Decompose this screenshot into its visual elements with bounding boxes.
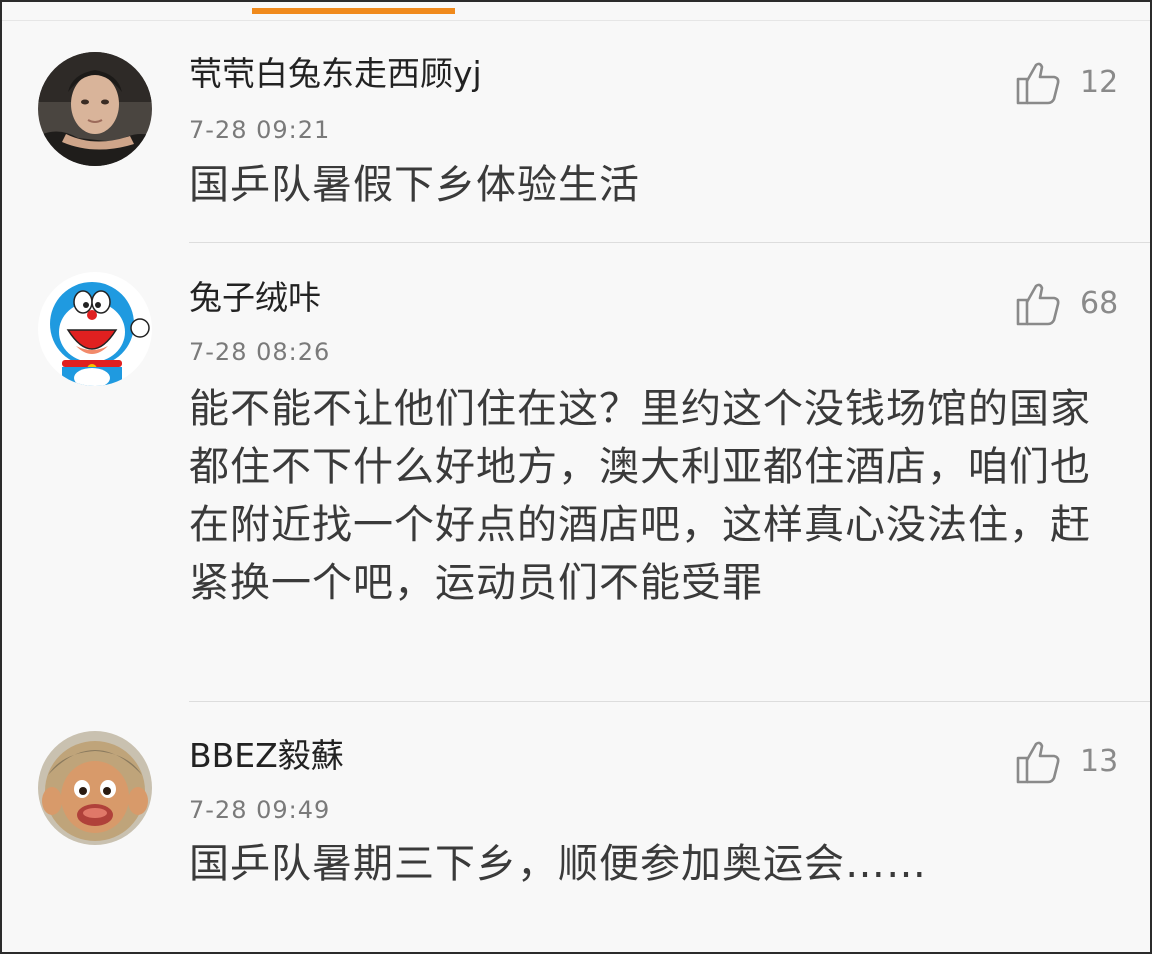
- comment-time: 7-28 09:49: [189, 796, 331, 824]
- cartoon-monkey-avatar[interactable]: [38, 731, 152, 845]
- like-button[interactable]: 68: [1014, 279, 1124, 329]
- like-button[interactable]: 12: [1014, 58, 1124, 108]
- comment-time: 7-28 08:26: [189, 338, 331, 366]
- comment-list-screen: 茕茕白兔东走西顾yj 7-28 09:21 国乒队暑假下乡体验生活 12 兔子绒…: [0, 0, 1152, 954]
- tab-bar-bottom-line: [2, 20, 1150, 21]
- active-tab-indicator: [252, 8, 455, 14]
- thumbs-up-icon: [1016, 741, 1060, 784]
- like-button[interactable]: 13: [1014, 737, 1124, 787]
- comment-username[interactable]: BBEZ毅蘇: [189, 734, 344, 778]
- comment-username[interactable]: 茕茕白兔东走西顾yj: [189, 52, 482, 96]
- comment-text: 能不能不让他们住在这？里约这个没钱场馆的国家都住不下什么好地方，澳大利亚都住酒店…: [189, 386, 1091, 606]
- comment-time: 7-28 09:21: [189, 116, 331, 144]
- comment-text: 国乒队暑期三下乡，顺便参加奥运会……: [189, 841, 927, 887]
- like-count: 13: [1080, 744, 1119, 779]
- thumbs-up-icon: [1016, 62, 1060, 105]
- doraemon-avatar[interactable]: [38, 272, 152, 386]
- like-count: 68: [1080, 286, 1119, 321]
- thumbs-up-icon: [1016, 283, 1060, 326]
- man-portrait-avatar[interactable]: [38, 52, 152, 166]
- like-count: 12: [1080, 65, 1119, 100]
- comment-username[interactable]: 兔子绒咔: [189, 276, 321, 320]
- comment-text: 国乒队暑假下乡体验生活: [189, 162, 640, 208]
- comment-divider: [189, 242, 1150, 243]
- comment-divider: [189, 701, 1150, 702]
